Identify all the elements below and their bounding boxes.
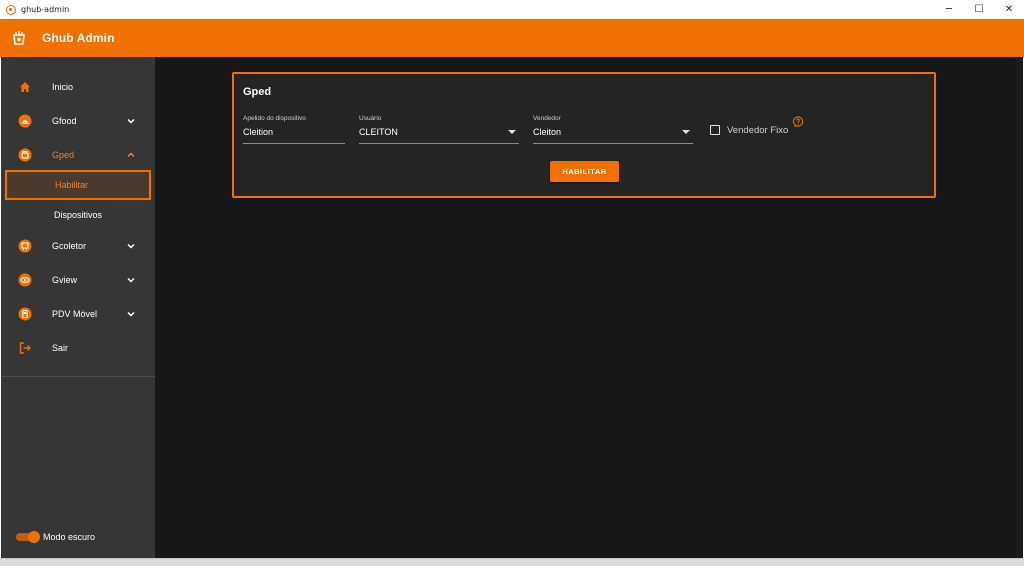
app-header: Ghub Admin <box>0 19 1024 57</box>
window-bottom-edge <box>0 558 1024 566</box>
card-title: Gped <box>243 86 272 98</box>
usuario-select[interactable]: Usuário CLEITON <box>359 112 519 144</box>
app-window-icon <box>6 4 16 15</box>
habilitar-button[interactable]: HABILITAR <box>550 161 619 182</box>
sidebar-divider <box>1 376 155 377</box>
chevron-up-icon <box>127 152 135 158</box>
sidebar-subitem-label: Dispositivos <box>54 210 103 220</box>
main-scrollbar[interactable] <box>1016 57 1023 558</box>
dropdown-arrow-icon[interactable] <box>508 130 516 134</box>
dropdown-arrow-icon[interactable] <box>682 130 690 134</box>
maximize-button[interactable]: ☐ <box>964 0 994 19</box>
vendedor-label: Vendedor <box>533 115 561 122</box>
sidebar-item-pdv-movel[interactable]: PDV Móvel <box>1 300 155 328</box>
sidebar-item-gfood[interactable]: Gfood <box>1 107 155 135</box>
chevron-down-icon <box>127 311 135 317</box>
gped-icon <box>18 148 32 162</box>
sidebar-item-inicio[interactable]: Inicio <box>1 73 155 101</box>
logout-icon <box>19 342 31 354</box>
minimize-button[interactable]: ─ <box>934 0 964 19</box>
home-icon <box>20 82 30 92</box>
sidebar-item-label: Gcoletor <box>52 241 87 251</box>
sidebar-item-sair[interactable]: Sair <box>1 334 155 362</box>
window-titlebar: ghub-admin ─ ☐ ✕ <box>0 0 1024 19</box>
vendedor-select[interactable]: Vendedor Cleiton <box>533 112 693 144</box>
window-controls: ─ ☐ ✕ <box>934 0 1024 19</box>
window-title: ghub-admin <box>21 5 70 14</box>
close-button[interactable]: ✕ <box>994 0 1024 19</box>
apelido-input[interactable] <box>243 127 345 137</box>
main-content: Gped Apelido do dispositivo Usuário CLEI… <box>155 57 1016 558</box>
sidebar-item-label: Sair <box>52 343 69 353</box>
sidebar: Inicio Gfood Gped Habilitar Dispositivos <box>1 57 155 558</box>
sidebar-item-label: PDV Móvel <box>52 309 98 319</box>
usuario-value: CLEITON <box>359 127 398 137</box>
sidebar-item-gcoletor[interactable]: Gcoletor <box>1 232 155 260</box>
sidebar-subitem-label: Habilitar <box>55 180 89 190</box>
sidebar-subitem-dispositivos[interactable]: Dispositivos <box>1 201 155 229</box>
sidebar-item-gped[interactable]: Gped <box>1 141 155 169</box>
sidebar-item-label: Gfood <box>52 116 77 126</box>
sidebar-item-gview[interactable]: Gview <box>1 266 155 294</box>
sidebar-item-label: Inicio <box>52 82 74 92</box>
gped-habilitar-card: Gped Apelido do dispositivo Usuário CLEI… <box>232 72 936 198</box>
ghub-logo-icon <box>13 31 25 45</box>
chevron-down-icon <box>127 243 135 249</box>
sidebar-subitem-habilitar[interactable]: Habilitar <box>5 170 151 200</box>
dark-mode-label: Modo escuro <box>43 532 96 542</box>
gview-icon <box>18 273 32 287</box>
toggle-knob <box>28 531 40 543</box>
sidebar-item-label: Gview <box>52 275 78 285</box>
usuario-label: Usuário <box>359 115 382 122</box>
dark-mode-toggle[interactable] <box>16 531 40 543</box>
sidebar-item-label: Gped <box>52 150 75 160</box>
chevron-down-icon <box>127 277 135 283</box>
vendedor-value: Cleiton <box>533 127 562 137</box>
help-icon[interactable] <box>792 116 804 128</box>
pdv-icon <box>18 307 32 321</box>
vendedor-fixo-label[interactable]: Vendedor Fixo <box>727 125 788 136</box>
apelido-field[interactable]: Apelido do dispositivo <box>243 112 345 144</box>
apelido-label: Apelido do dispositivo <box>243 115 306 122</box>
gcoletor-icon <box>18 239 32 253</box>
app-title: Ghub Admin <box>42 31 115 45</box>
vendedor-fixo-checkbox[interactable] <box>710 125 720 135</box>
gfood-icon <box>18 114 32 128</box>
chevron-down-icon <box>127 118 135 124</box>
